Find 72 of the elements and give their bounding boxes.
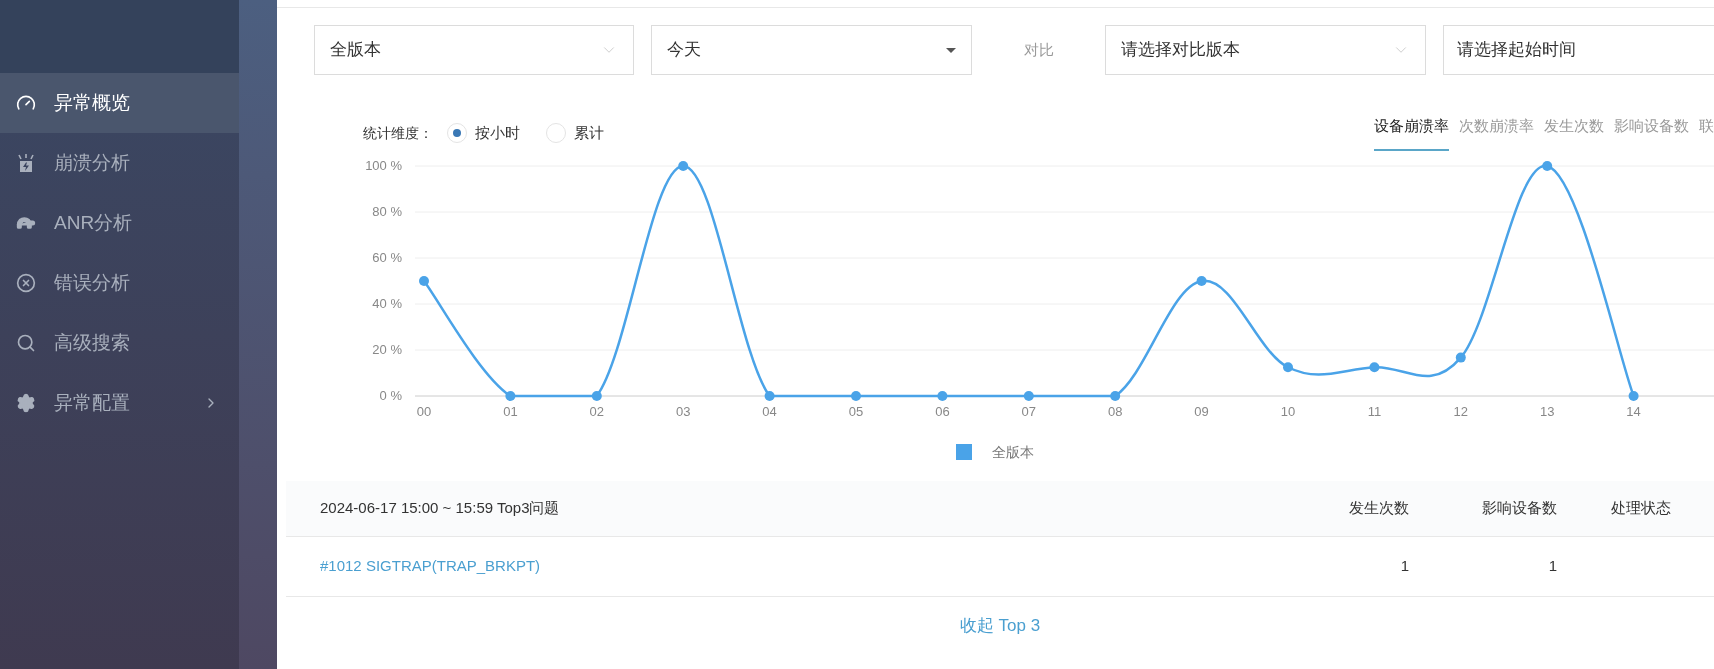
compare-version-select[interactable]: 请选择对比版本 [1105,25,1426,75]
y-axis-label: 20 % [372,342,402,357]
x-axis-label: 09 [1194,404,1209,419]
metric-tab[interactable]: 次数崩溃率 [1459,115,1534,151]
data-point [591,391,602,401]
data-point [1369,362,1380,373]
x-axis-label: 00 [416,404,432,419]
data-point [1455,352,1466,363]
compare-label: 对比 [1022,39,1055,60]
table-cell-text: 1 [1399,556,1409,577]
metric-tab[interactable]: 联 [1699,115,1714,151]
y-axis-label: 0 % [379,388,402,403]
x-axis-label: 11 [1367,404,1382,419]
data-point [505,391,516,401]
sidebar-item[interactable]: 异常概览 [0,73,239,133]
y-axis-label: 60 % [372,250,402,265]
metric-tab[interactable]: 设备崩溃率 [1374,115,1449,151]
x-axis-label: 14 [1626,404,1641,419]
x-axis-label: 08 [1107,404,1123,419]
y-axis-label: 100 % [365,158,402,173]
radio-option[interactable]: 累计 [546,121,604,145]
period-select[interactable]: 今天 [651,25,972,75]
x-axis-label: 01 [503,404,518,419]
data-point [678,161,689,171]
data-point [1283,362,1293,373]
gauge-icon [16,93,36,113]
y-axis-label: 80 % [372,204,402,219]
data-point [1110,391,1121,401]
data-point [1196,276,1207,286]
broken-device-icon [16,153,36,173]
sidebar-item[interactable]: 高级搜索 [0,313,239,373]
settings-icon [16,393,36,413]
metric-tab[interactable]: 发生次数 [1544,115,1604,151]
version-select[interactable]: 全版本 [314,25,634,75]
start-time-field[interactable]: 请选择起始时间 [1443,25,1714,75]
x-axis-label: 06 [935,404,950,419]
x-axis-label: 03 [675,404,691,419]
radio-option[interactable]: 按小时 [447,121,520,145]
metric-tab[interactable]: 影响设备数 [1614,115,1689,151]
error-icon [16,273,36,293]
x-axis-label: 12 [1453,404,1469,419]
data-point [851,391,861,401]
data-point [1542,161,1553,171]
search-icon [16,333,36,353]
x-axis-label: 02 [589,404,605,419]
issue-link[interactable]: #1012 SIGTRAP(TRAP_BRKPT) [286,555,1289,578]
sidebar-item[interactable]: 崩溃分析 [0,133,239,193]
compare-version-input: 请选择对比版本 [1121,37,1371,63]
sidebar-item[interactable]: 异常配置 [0,373,239,433]
data-point [1628,391,1639,401]
dimension-label: 统计维度： [363,123,433,143]
x-axis-label: 10 [1280,404,1296,419]
column-header: 影响设备数 [1481,498,1557,519]
collapse-link[interactable]: 收起 Top 3 [959,613,1041,639]
column-header: 处理状态 [1610,498,1671,519]
y-axis-label: 40 % [372,296,402,311]
table-cell-text: 1 [1547,556,1557,577]
table-title: 2024-06-17 15:00 ~ 15:59 Top3问题 [319,498,561,519]
x-axis-label: 13 [1539,404,1555,419]
legend-label: 全版本 [991,442,1034,462]
caret-icon [946,47,956,53]
x-axis-label: 07 [1021,404,1037,419]
x-axis-label: 04 [762,404,777,419]
x-axis-label: 05 [848,404,864,419]
data-point [764,391,775,401]
column-header: 发生次数 [1348,498,1409,519]
sidebar-item[interactable]: ANR分析 [0,193,239,253]
data-point [419,276,429,286]
table-row[interactable]: #1012 SIGTRAP(TRAP_BRKPT) 1 1 [286,537,1714,597]
sidebar-item[interactable]: 错误分析 [0,253,239,313]
data-point [1023,391,1034,401]
data-point [937,391,948,401]
